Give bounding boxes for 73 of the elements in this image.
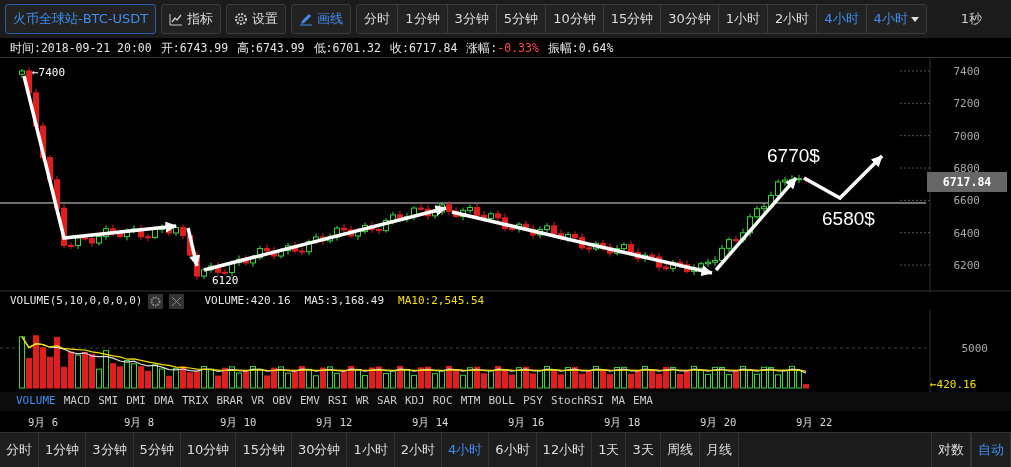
scale-mode-button[interactable]: 对数 bbox=[931, 433, 971, 467]
volume-reading: VOLUME:420.16 bbox=[204, 292, 291, 309]
axis-date-label: 9月 16 bbox=[508, 415, 545, 430]
axis-tick-label: 6600 bbox=[953, 194, 980, 208]
scale-mode-button[interactable]: 自动 bbox=[971, 433, 1011, 467]
indicator-tab[interactable]: EMA bbox=[633, 393, 653, 410]
axis-tick-label: 7000 bbox=[953, 129, 980, 143]
volume-reading: MA10:2,545.54 bbox=[398, 292, 485, 309]
indicator-tab[interactable]: MACD bbox=[63, 393, 91, 410]
last-volume-label: ←420.16 bbox=[930, 378, 977, 391]
indicator-tab[interactable]: VR bbox=[250, 393, 265, 410]
indicator-tab[interactable]: KDJ bbox=[404, 393, 425, 410]
info-field: 涨幅:-0.33% bbox=[466, 40, 539, 55]
indicator-tab[interactable]: OBV bbox=[272, 393, 292, 410]
period-tab[interactable]: 2小时 bbox=[768, 5, 818, 33]
price-annotation: ←7400 bbox=[32, 66, 66, 79]
indicator-tab[interactable]: MA bbox=[611, 393, 626, 410]
info-field: 时间:2018-09-21 20:00 bbox=[10, 40, 152, 55]
period-tab[interactable]: 1分钟 bbox=[398, 5, 448, 33]
indicator-tab[interactable]: PSY bbox=[523, 393, 543, 410]
axis-tick-label: 6400 bbox=[953, 226, 980, 240]
axis-date-label: 9月 12 bbox=[316, 415, 353, 430]
axis-date-label: 9月 8 bbox=[124, 415, 154, 430]
indicator-tab[interactable]: WR bbox=[355, 393, 369, 410]
period-tab[interactable]: 30分钟 bbox=[661, 5, 719, 33]
axis-date-label: 9月 20 bbox=[700, 415, 737, 430]
period-tab[interactable]: 1小时 bbox=[718, 5, 769, 33]
price-annotation: 6770$ bbox=[767, 145, 820, 166]
info-field: 低:6701.32 bbox=[313, 40, 381, 55]
draw-button[interactable]: 画线 bbox=[291, 4, 352, 34]
indicator-tab[interactable]: MTM bbox=[460, 393, 481, 410]
info-field: 振幅:0.64% bbox=[547, 40, 614, 55]
indicator-tab[interactable]: DMA bbox=[154, 393, 174, 410]
axis-tick-label: 5000 bbox=[961, 342, 988, 355]
period-tab[interactable]: 4小时 bbox=[817, 5, 867, 33]
indicator-tab[interactable]: BOLL bbox=[488, 393, 515, 410]
indicator-tab[interactable]: VOLUME bbox=[16, 393, 56, 410]
axis-tick-label: 7400 bbox=[953, 65, 980, 78]
info-field: 高:6743.99 bbox=[237, 40, 305, 55]
indicator-tab[interactable]: StochRSI bbox=[550, 393, 604, 410]
axis-date-label: 9月 22 bbox=[796, 415, 833, 430]
axis-date-label: 9月 10 bbox=[220, 415, 257, 430]
period-tab[interactable]: 15分钟 bbox=[603, 5, 662, 33]
price-annotation: 6120 bbox=[212, 274, 239, 287]
axis-tick-label: 6800 bbox=[953, 162, 980, 175]
refresh-interval: 1秒 bbox=[960, 10, 982, 29]
indicator-tab[interactable]: SAR bbox=[377, 393, 397, 410]
settings-button[interactable]: 设置 bbox=[226, 4, 287, 34]
indicator-title: VOLUME(5,10,0,0,0,0) bbox=[10, 292, 143, 309]
info-field: 开:6743.99 bbox=[160, 40, 229, 55]
volume-reading: MA5:3,168.49 bbox=[304, 292, 385, 309]
axis-date-label: 9月 6 bbox=[28, 415, 58, 430]
axis-date-label: 9月 14 bbox=[412, 415, 449, 430]
axis-tick-label: 7200 bbox=[953, 97, 980, 111]
indicator-tab[interactable]: RSI bbox=[327, 393, 348, 410]
period-tab[interactable]: 10分钟 bbox=[546, 5, 604, 33]
indicator-tab[interactable]: BRAR bbox=[216, 393, 243, 410]
price-annotation: 6580$ bbox=[822, 208, 875, 229]
period-tab[interactable]: 5分钟 bbox=[496, 5, 547, 33]
axis-date-label: 9月 18 bbox=[604, 415, 641, 430]
indicator-tab[interactable]: SMI bbox=[98, 393, 119, 410]
axis-tick-label: 6200 bbox=[953, 259, 980, 273]
period-tab[interactable]: 分时 bbox=[357, 5, 399, 33]
indicator-tab[interactable]: ROC bbox=[432, 393, 453, 410]
indicator-button[interactable]: 指标 bbox=[161, 4, 222, 34]
indicator-tab[interactable]: EMV bbox=[300, 393, 320, 410]
period-tab[interactable]: 3分钟 bbox=[447, 5, 497, 33]
period-dropdown[interactable]: 4小时 bbox=[866, 5, 926, 33]
indicator-tab[interactable]: TRIX bbox=[181, 393, 209, 410]
last-price-label: 6717.84 bbox=[927, 172, 1007, 192]
indicator-tab[interactable]: DMI bbox=[126, 393, 146, 410]
info-field: 收:6717.84 bbox=[389, 40, 458, 55]
symbol-button[interactable]: 火币全球站-BTC-USDT bbox=[5, 4, 157, 34]
